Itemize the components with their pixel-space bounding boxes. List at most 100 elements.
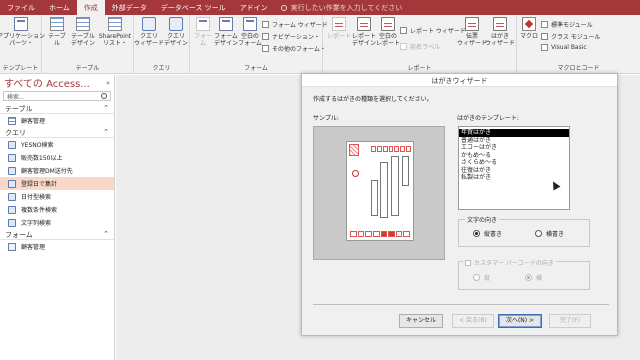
nav-section-queries[interactable]: クエリ ⌃ [0, 127, 114, 138]
template-option[interactable]: エコーはがき [459, 144, 569, 152]
collapse-pane-icon[interactable]: « [106, 79, 110, 87]
tab-database-tools[interactable]: データベース ツール [154, 0, 233, 15]
vertical-writing-radio[interactable]: 縦書き [473, 229, 502, 238]
hagaki-wizard-button[interactable]: はがき ウィザード [485, 17, 515, 47]
sharepoint-icon [108, 17, 122, 31]
group-label: テーブル [75, 65, 100, 72]
sample-label: サンプル: [313, 115, 339, 122]
template-option[interactable]: さくらめ～る [459, 159, 569, 167]
hagaki-wizard-icon [493, 17, 507, 31]
radio-icon [473, 274, 480, 281]
postcard-wizard-icon [465, 17, 479, 31]
next-button[interactable]: 次へ(N) > [498, 314, 542, 328]
nav-item-query[interactable]: YESNO検索 [0, 138, 114, 151]
group-label: レポート [407, 65, 432, 72]
form-wizard-button[interactable]: フォーム ウィザード [262, 20, 328, 29]
blank-report-button[interactable]: 空白の レポート [376, 17, 400, 47]
barcode-checkbox[interactable]: カスタマー バーコードの向き [463, 258, 556, 267]
back-button[interactable]: < 戻る(B) [452, 314, 494, 328]
nav-item-query[interactable]: 文字列検索 [0, 216, 114, 229]
nav-section-forms[interactable]: フォーム ⌃ [0, 229, 114, 240]
sample-preview [313, 126, 445, 260]
sender-postal-boxes [350, 231, 410, 237]
app-parts-button[interactable]: アプリケーション パーツ・ [0, 17, 45, 47]
nav-item-query[interactable]: 販売数150以上 [0, 151, 114, 164]
blank-form-button[interactable]: 空白の フォーム [238, 17, 262, 47]
standard-module-button[interactable]: 標準モジュール [541, 20, 593, 29]
class-module-icon [541, 33, 548, 40]
report-design-icon [357, 17, 371, 31]
tell-me-box[interactable]: 実行したい作業を入力してください [275, 0, 402, 15]
form-design-icon [219, 17, 233, 31]
postcard-preview-image [346, 141, 414, 241]
hagaki-wizard-dialog: はがきウィザード 作成するはがきの種類を選択してください。 サンプル: はがきの… [301, 73, 618, 336]
form-button[interactable]: フォーム [192, 17, 214, 47]
ribbon: アプリケーション パーツ・ テンプレート テーブル テーブル デザイン Shar… [0, 15, 640, 74]
barcode-vertical-radio[interactable]: 縦 [473, 273, 490, 282]
report-icon [332, 17, 346, 31]
radio-icon [535, 230, 542, 237]
template-option[interactable]: かもめ～る [459, 152, 569, 160]
wizard-instruction: 作成するはがきの種類を選択してください。 [313, 96, 433, 103]
finish-button[interactable]: 完了(F) [549, 314, 591, 328]
template-option-selected[interactable]: 年賀はがき [459, 129, 569, 137]
table-design-button[interactable]: テーブル デザイン [70, 17, 96, 47]
table-design-icon [76, 17, 90, 31]
group-tables: テーブル テーブル デザイン SharePoint リスト・ テーブル [42, 15, 134, 74]
template-option[interactable]: 普通はがき [459, 137, 569, 145]
tab-external-data[interactable]: 外部データ [105, 0, 154, 15]
report-button[interactable]: レポート [326, 17, 352, 40]
report-design-button[interactable]: レポート デザイン [352, 17, 376, 47]
query-icon [8, 179, 16, 188]
lightbulb-icon [280, 4, 287, 11]
tab-addins[interactable]: アドイン [233, 0, 275, 15]
app-parts-icon [14, 17, 28, 31]
barcode-horizontal-radio[interactable]: 横 [525, 273, 542, 282]
nav-item-query[interactable]: 日付型検索 [0, 190, 114, 203]
blank-form-icon [243, 17, 257, 31]
query-wizard-button[interactable]: クエリ ウィザード [134, 17, 164, 47]
nav-item-customer-form[interactable]: 顧客管理 [0, 240, 114, 253]
form-design-button[interactable]: フォーム デザイン [214, 17, 238, 47]
nav-section-tables[interactable]: テーブル ⌃ [0, 103, 114, 114]
vba-icon [541, 44, 548, 51]
navigation-pane: すべての Access... « 検索... テーブル ⌃ 顧客管理 クエリ ⌃ Y… [0, 75, 115, 360]
nav-search-input[interactable]: 検索... [3, 91, 111, 101]
query-design-icon [169, 17, 183, 31]
tab-file[interactable]: ファイル [0, 0, 42, 15]
postal-code-boxes [371, 146, 412, 152]
nav-item-query[interactable]: 顧客管理DM送付先 [0, 164, 114, 177]
labels-button[interactable]: 宛名ラベル [400, 42, 440, 51]
tab-home[interactable]: ホーム [42, 0, 77, 15]
macro-button[interactable]: マクロ [519, 17, 539, 40]
sharepoint-list-button[interactable]: SharePoint リスト・ [98, 17, 132, 47]
template-option[interactable]: 往復はがき [459, 167, 569, 175]
tab-create[interactable]: 作成 [76, 0, 105, 15]
query-icon [8, 140, 16, 149]
class-module-button[interactable]: クラス モジュール [541, 32, 600, 41]
query-icon [8, 218, 16, 227]
visual-basic-button[interactable]: Visual Basic [541, 44, 587, 51]
radio-icon [473, 230, 480, 237]
checkbox-icon [465, 259, 471, 266]
nav-item-query-selected[interactable]: 登録日で集計 [0, 177, 114, 190]
cancel-button[interactable]: キャンセル [399, 314, 443, 328]
more-forms-button[interactable]: その他のフォーム・ [262, 44, 326, 53]
template-listbox[interactable]: 年賀はがき 普通はがき エコーはがき かもめ～る さくらめ～る 往復はがき 私製… [458, 126, 570, 210]
query-icon [8, 205, 16, 214]
navigation-icon [262, 33, 269, 40]
horizontal-writing-radio[interactable]: 横書き [535, 229, 564, 238]
group-templates: アプリケーション パーツ・ テンプレート [0, 15, 45, 74]
blank-report-icon [381, 17, 395, 31]
nav-item-customer-table[interactable]: 顧客管理 [0, 114, 114, 127]
group-label: マクロとコード [557, 65, 600, 72]
table-button[interactable]: テーブル [46, 17, 68, 47]
text-direction-group: 文字の向き 縦書き 横書き [458, 215, 590, 247]
group-reports: レポート レポート デザイン 空白の レポート レポート ウィザード 宛名ラベル… [323, 15, 517, 74]
postcard-wizard-button[interactable]: 伝票 ウィザード [457, 17, 487, 47]
navigation-button[interactable]: ナビゲーション・ [262, 32, 320, 41]
nav-item-query[interactable]: 複数条件検索 [0, 203, 114, 216]
seal-mark [352, 170, 359, 177]
query-design-button[interactable]: クエリ デザイン [163, 17, 189, 47]
nav-pane-header[interactable]: すべての Access... « [0, 75, 114, 91]
